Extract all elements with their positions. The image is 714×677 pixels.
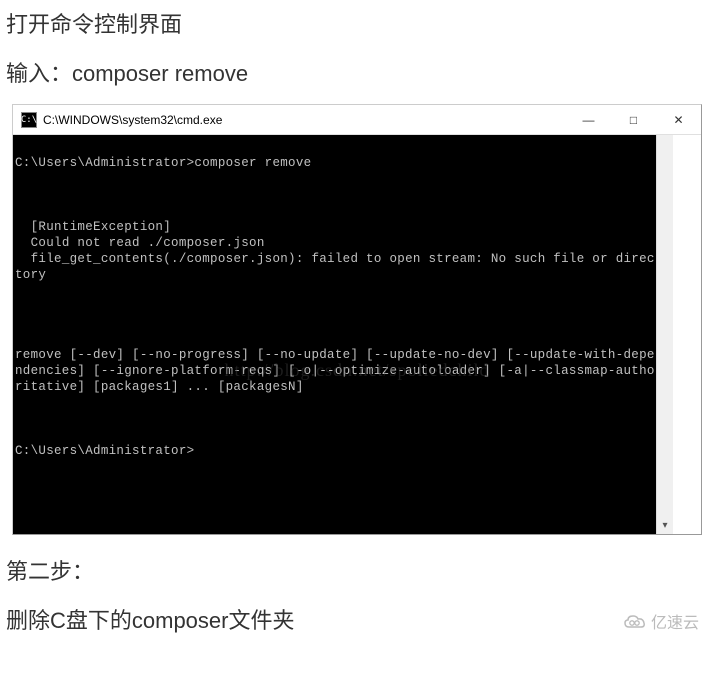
- cloud-icon: [623, 613, 647, 629]
- scrollbar[interactable]: ▾: [656, 135, 673, 534]
- terminal-area: C:\Users\Administrator>composer remove […: [13, 135, 701, 534]
- partial-background-text: [0, 535, 714, 547]
- close-button[interactable]: ✕: [656, 105, 701, 134]
- scroll-down-icon[interactable]: ▾: [657, 517, 673, 534]
- heading-delete-folder: 删除C盘下的composer文件夹: [0, 596, 714, 645]
- heading-open-cmd: 打开命令控制界面: [0, 0, 714, 49]
- heading-input-command: 输入：composer remove: [0, 49, 714, 98]
- watermark-site-text: 亿速云: [651, 609, 699, 633]
- minimize-button[interactable]: —: [566, 105, 611, 134]
- window-controls: — □ ✕: [566, 105, 701, 134]
- cmd-icon: C:\: [21, 112, 37, 128]
- heading-step-two: 第二步：: [0, 547, 714, 596]
- window-title-text: C:\WINDOWS\system32\cmd.exe: [43, 113, 566, 127]
- window-title-bar: C:\ C:\WINDOWS\system32\cmd.exe — □ ✕: [13, 105, 701, 135]
- cmd-window: C:\ C:\WINDOWS\system32\cmd.exe — □ ✕ C:…: [12, 104, 702, 535]
- terminal-output[interactable]: C:\Users\Administrator>composer remove […: [13, 135, 656, 534]
- maximize-button[interactable]: □: [611, 105, 656, 134]
- watermark-site: 亿速云: [623, 609, 699, 633]
